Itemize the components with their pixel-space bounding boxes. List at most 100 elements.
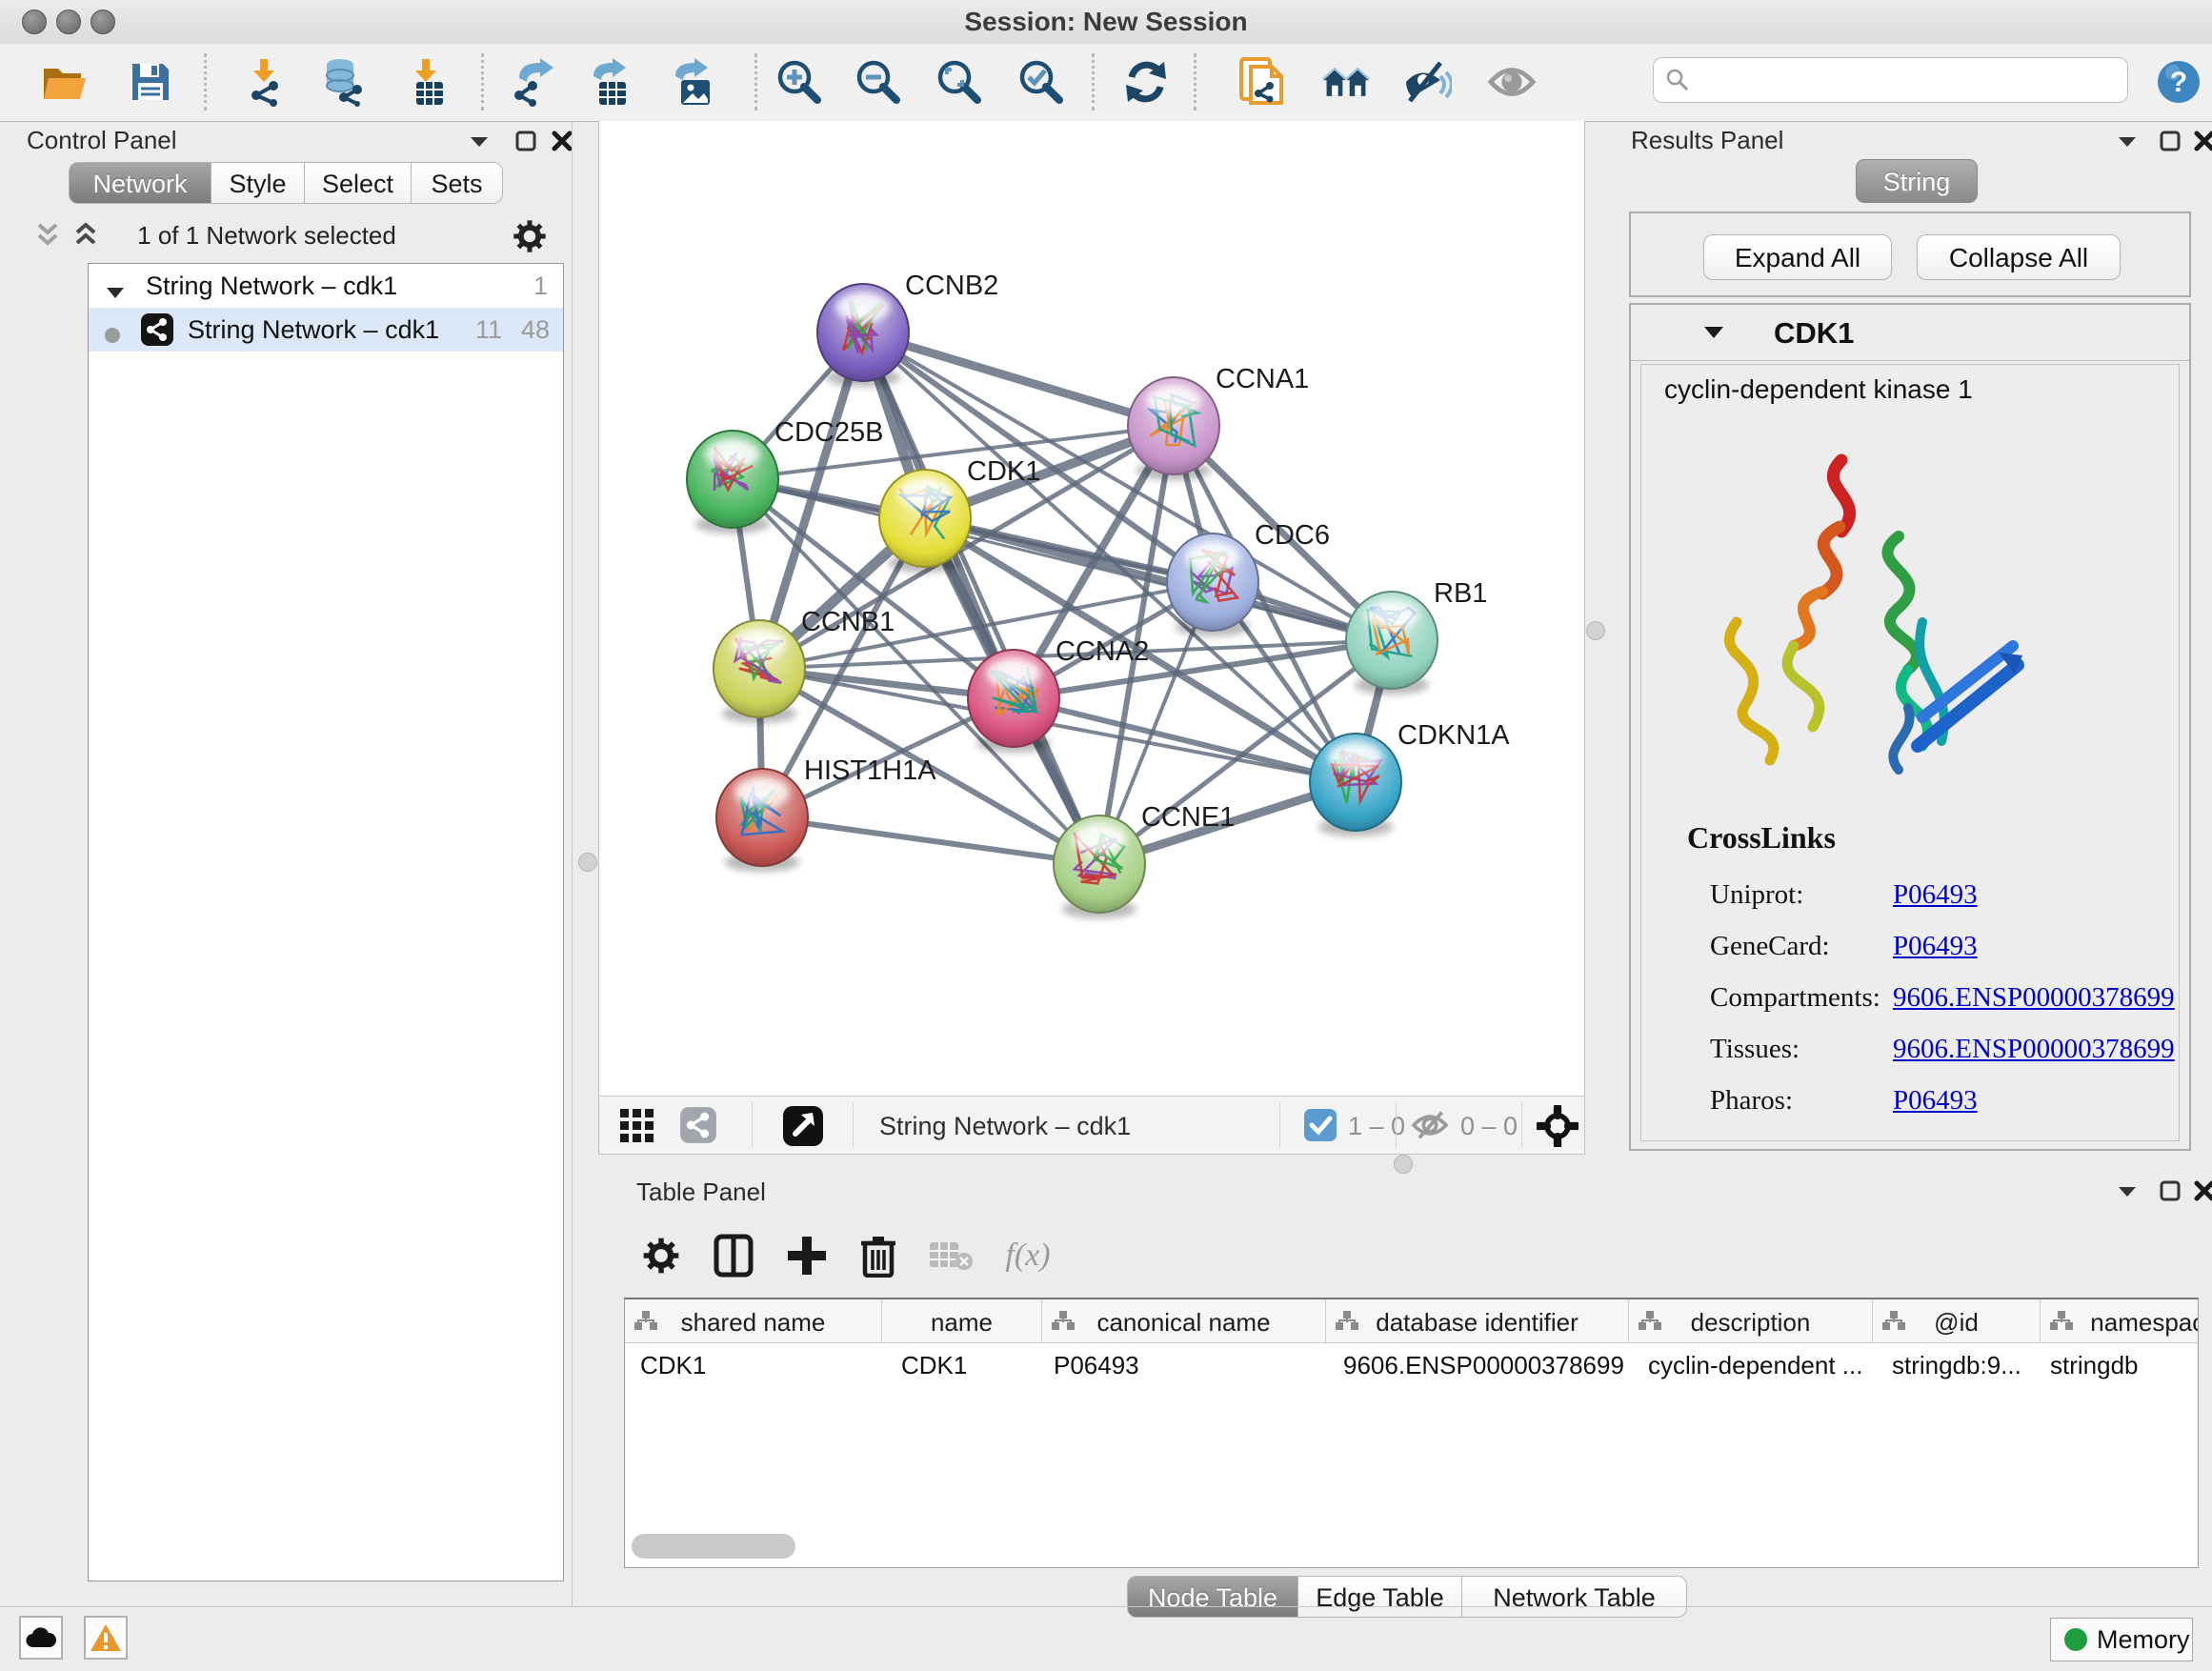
tab-node-table[interactable]: Node Table [1127, 1576, 1298, 1618]
cloud-status-button[interactable] [19, 1616, 63, 1660]
zoom-out-button[interactable] [854, 57, 903, 107]
show-all-button[interactable] [1487, 57, 1537, 107]
right-splitter-handle[interactable] [1586, 621, 1605, 640]
search-field[interactable] [1653, 57, 2128, 103]
open-session-button[interactable] [40, 57, 90, 107]
tree-expand-icon[interactable] [106, 277, 125, 307]
results-panel-menu-button[interactable] [2117, 133, 2138, 153]
selected-count-checkbox[interactable] [1304, 1109, 1337, 1141]
tab-select[interactable]: Select [305, 162, 412, 204]
results-panel-title: Results Panel [1631, 126, 1783, 155]
crosslink-link[interactable]: P06493 [1893, 931, 1978, 962]
crosslink-link[interactable]: P06493 [1893, 1085, 1978, 1117]
table-options-button[interactable] [638, 1233, 684, 1278]
table-panel-float-button[interactable] [2159, 1179, 2182, 1207]
panel-divider[interactable] [572, 122, 573, 1606]
network-node-CDC25B[interactable]: CDC25B [687, 417, 883, 534]
network-from-clipboard-button[interactable] [1237, 57, 1287, 107]
export-table-button[interactable] [587, 57, 636, 107]
export-image-button[interactable] [669, 57, 718, 107]
column-header-shared-name[interactable]: shared name [625, 1299, 882, 1343]
network-row[interactable]: String Network – cdk1 11 48 [89, 308, 563, 352]
search-input[interactable] [1698, 65, 2127, 96]
tab-string[interactable]: String [1856, 159, 1978, 203]
collapse-all-button[interactable]: Collapse All [1917, 234, 2121, 280]
tab-style[interactable]: Style [211, 162, 305, 204]
delete-column-button[interactable] [855, 1233, 901, 1278]
add-column-button[interactable] [784, 1233, 830, 1278]
control-panel-menu-button[interactable] [469, 133, 490, 153]
table-cell[interactable]: CDK1 [901, 1351, 1036, 1380]
hide-selected-button[interactable] [1402, 57, 1452, 107]
crosslink-link[interactable]: 9606.ENSP00000378699 [1893, 982, 2175, 1014]
toolbar-separator [1396, 1102, 1397, 1148]
zoom-selected-button[interactable] [1016, 57, 1066, 107]
control-panel-float-button[interactable] [514, 130, 537, 157]
save-session-button[interactable] [126, 57, 175, 107]
table-panel-menu-button[interactable] [2117, 1183, 2138, 1203]
import-table-button[interactable] [402, 57, 452, 107]
network-node-CCNE1[interactable]: CCNE1 [1054, 802, 1235, 918]
table-panel-close-button[interactable] [2193, 1179, 2212, 1207]
collapse-entry-icon[interactable] [1703, 324, 1724, 345]
table-cell[interactable]: cyclin-dependent ... [1648, 1351, 1867, 1380]
network-node-CDKN1A[interactable]: CDKN1A [1310, 720, 1510, 836]
column-header-label: description [1629, 1308, 1872, 1338]
tab-edge-table[interactable]: Edge Table [1298, 1576, 1462, 1618]
column-header-name[interactable]: name [882, 1299, 1042, 1343]
left-splitter-handle[interactable] [578, 853, 597, 872]
fit-selected-button[interactable] [1537, 1105, 1579, 1152]
table-cell[interactable]: P06493 [1054, 1351, 1320, 1380]
node-label: CDKN1A [1398, 720, 1510, 751]
control-panel-close-button[interactable] [551, 130, 573, 157]
network-node-HIST1H1A[interactable]: HIST1H1A [716, 755, 936, 872]
table-cell[interactable]: CDK1 [640, 1351, 876, 1380]
tab-network[interactable]: Network [69, 162, 211, 204]
toolbar-separator [1092, 53, 1095, 111]
results-panel-close-button[interactable] [2193, 130, 2212, 157]
grid-view-button[interactable] [620, 1109, 654, 1148]
table-row[interactable]: CDK1 CDK1 P06493 9606.ENSP00000378699 cyclin… [625, 1343, 2199, 1385]
delete-table-button[interactable] [928, 1233, 974, 1278]
crosslink-link[interactable]: P06493 [1893, 879, 1978, 911]
birds-eye-view-button[interactable] [782, 1105, 824, 1152]
bottom-splitter-handle[interactable] [1394, 1155, 1413, 1174]
zoom-in-button[interactable] [774, 57, 824, 107]
first-neighbors-button[interactable] [1321, 57, 1371, 107]
column-header-database-identifier[interactable]: database identifier [1326, 1299, 1629, 1343]
network-canvas[interactable]: CCNB2CCNA1CDC25BCDK1CDC6RB1CCNB1CCNA2CDK… [598, 121, 1585, 1096]
table-cell[interactable]: stringdb [2050, 1351, 2199, 1380]
network-collection-row[interactable]: String Network – cdk1 1 [89, 264, 563, 308]
help-button[interactable]: ? [2154, 57, 2203, 107]
column-header-namespace[interactable]: namespace [2041, 1299, 2199, 1343]
export-network-button[interactable] [509, 57, 558, 107]
table-cell[interactable]: 9606.ENSP00000378699 [1343, 1351, 1623, 1380]
network-node-CCNA1[interactable]: CCNA1 [1128, 364, 1309, 480]
network-badge-icon[interactable] [679, 1106, 717, 1149]
horizontal-scrollbar-thumb[interactable] [632, 1534, 795, 1559]
main-toolbar: ? [0, 44, 2212, 122]
protein-name: CDK1 [1774, 316, 1854, 351]
table-cell[interactable]: stringdb:9... [1892, 1351, 2035, 1380]
network-options-button[interactable] [511, 217, 549, 260]
titlebar: Session: New Session [0, 0, 2212, 45]
zoom-fit-button[interactable] [935, 57, 984, 107]
results-panel-float-button[interactable] [2159, 130, 2182, 157]
warning-status-button[interactable] [84, 1616, 128, 1660]
import-network-from-database-button[interactable] [318, 57, 368, 107]
hidden-eye-icon[interactable] [1411, 1110, 1449, 1145]
tab-network-table[interactable]: Network Table [1462, 1576, 1687, 1618]
column-header--id[interactable]: @id [1873, 1299, 2041, 1343]
refresh-button[interactable] [1121, 57, 1171, 107]
import-network-button[interactable] [240, 57, 290, 107]
function-builder-button[interactable]: f(x) [995, 1233, 1061, 1278]
protein-entry-header[interactable]: CDK1 [1631, 305, 2189, 361]
show-columns-button[interactable] [711, 1233, 756, 1278]
crosslink-link[interactable]: 9606.ENSP00000378699 [1893, 1034, 2175, 1065]
column-header-canonical-name[interactable]: canonical name [1042, 1299, 1326, 1343]
column-header-description[interactable]: description [1629, 1299, 1873, 1343]
memory-button[interactable]: Memory [2050, 1618, 2193, 1661]
tab-sets[interactable]: Sets [412, 162, 503, 204]
expand-all-button[interactable]: Expand All [1703, 234, 1892, 280]
network-node-RB1[interactable]: RB1 [1346, 578, 1487, 695]
